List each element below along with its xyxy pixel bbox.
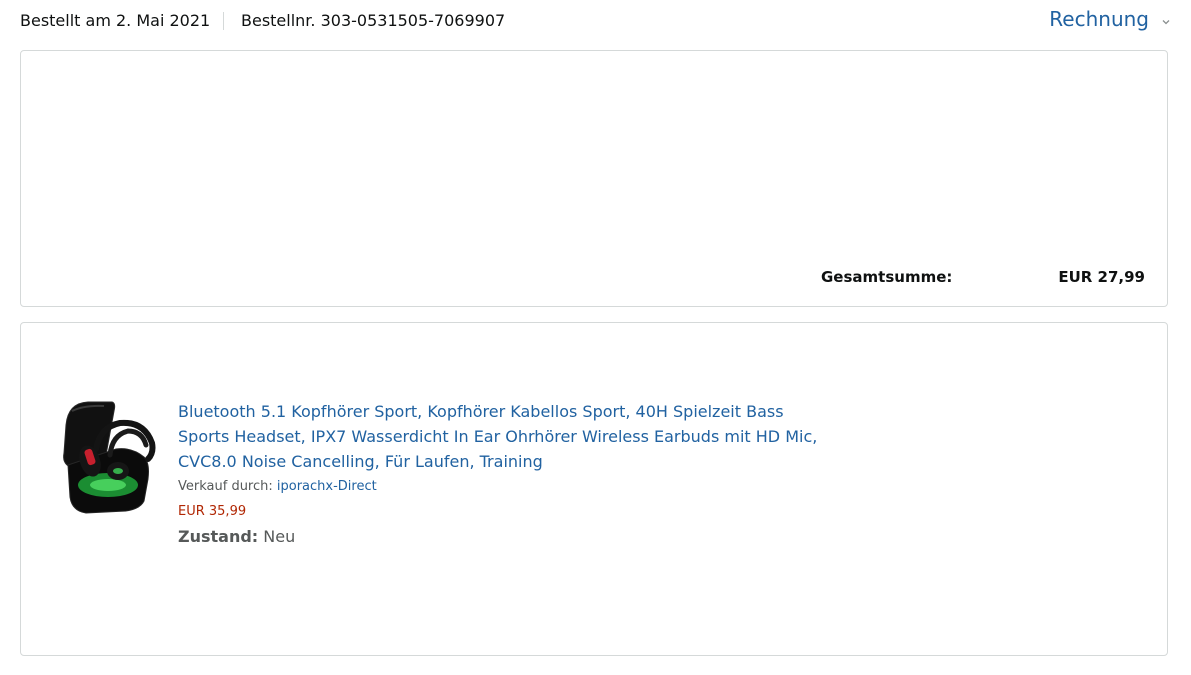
order-number: Bestellnr. 303-0531505-7069907 [241, 11, 506, 30]
item-condition: Zustand: Neu [178, 526, 295, 548]
chevron-down-icon[interactable] [1160, 13, 1172, 25]
header-divider [223, 12, 224, 30]
order-item-box: Bluetooth 5.1 Kopfhörer Sport, Kopfhörer… [20, 322, 1168, 656]
earbuds-product-image[interactable] [56, 397, 160, 515]
order-header: Bestellt am 2. Mai 2021 Bestellnr. 303-0… [0, 0, 1191, 44]
seller-line: Verkauf durch: iporachx-Direct [178, 478, 377, 496]
invoice-dropdown-link[interactable]: Rechnung [1049, 6, 1149, 32]
condition-value: Neu [258, 527, 296, 546]
order-date: Bestellt am 2. Mai 2021 [20, 11, 211, 30]
order-summary-box: Gesamtsumme: EUR 27,99 [20, 50, 1168, 307]
seller-link[interactable]: iporachx-Direct [277, 479, 377, 494]
order-total-label: Gesamtsumme: [821, 268, 953, 286]
product-title-link[interactable]: Bluetooth 5.1 Kopfhörer Sport, Kopfhörer… [178, 399, 818, 474]
condition-label: Zustand: [178, 527, 259, 546]
item-price: EUR 35,99 [178, 504, 247, 519]
seller-prefix: Verkauf durch: [178, 479, 277, 494]
order-total-value: EUR 27,99 [1058, 268, 1145, 286]
